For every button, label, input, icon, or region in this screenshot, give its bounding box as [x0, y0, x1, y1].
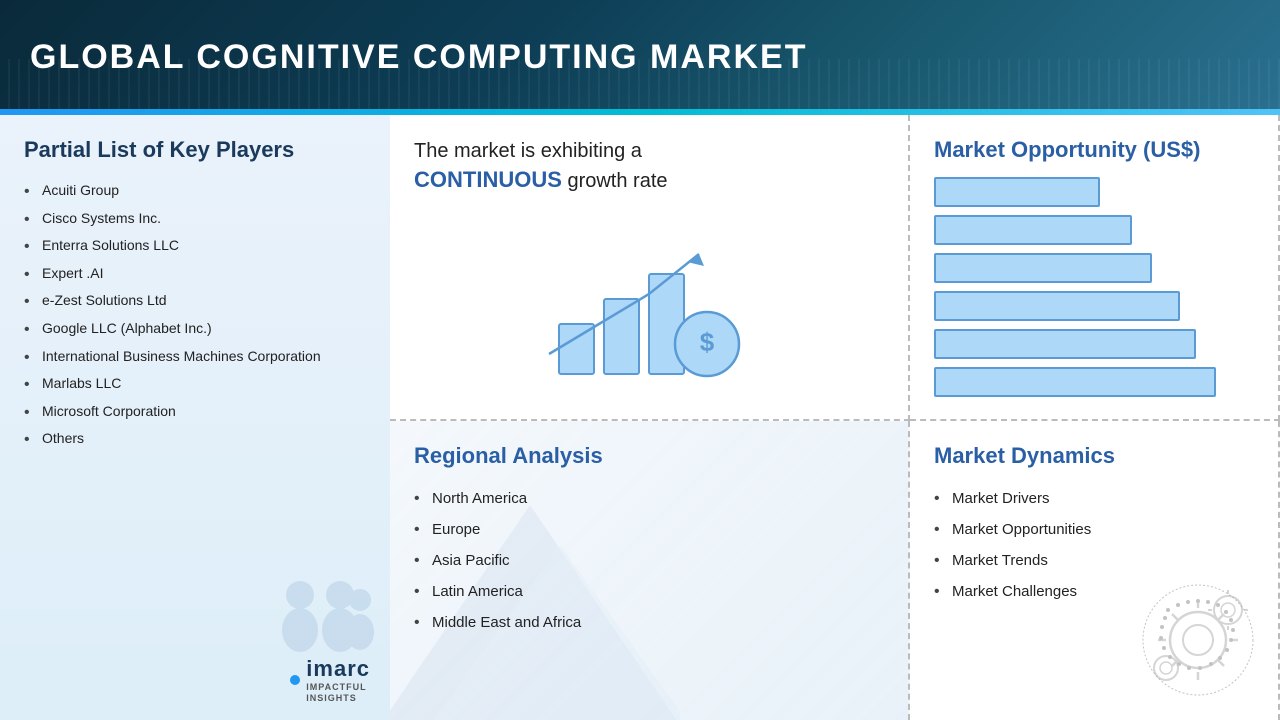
- header: GLOBAL COGNITIVE COMPUTING MARKET: [0, 0, 1280, 115]
- bar-2: [934, 215, 1132, 245]
- list-item: Expert .AI: [24, 260, 366, 288]
- bar-3: [934, 253, 1152, 283]
- list-item: Enterra Solutions LLC: [24, 232, 366, 260]
- list-item: Middle East and Africa: [414, 607, 884, 638]
- list-item: Asia Pacific: [414, 545, 884, 576]
- list-item: International Business Machines Corporat…: [24, 343, 366, 371]
- growth-description: The market is exhibiting a CONTINUOUS gro…: [414, 137, 884, 196]
- key-players-title: Partial List of Key Players: [24, 137, 366, 163]
- list-item: Latin America: [414, 576, 884, 607]
- key-players-list: Acuiti Group Cisco Systems Inc. Enterra …: [24, 177, 366, 453]
- bar-row: [934, 291, 1254, 321]
- gear-illustration: [1138, 580, 1258, 700]
- svg-text:$: $: [700, 327, 715, 357]
- growth-text-after: growth rate: [567, 170, 667, 192]
- growth-highlight: CONTINUOUS: [414, 167, 562, 192]
- list-item: Marlabs LLC: [24, 370, 366, 398]
- page-title: GLOBAL COGNITIVE COMPUTING MARKET: [30, 38, 807, 77]
- gear-svg: [1138, 580, 1258, 700]
- list-item: Europe: [414, 514, 884, 545]
- list-item: Microsoft Corporation: [24, 398, 366, 426]
- list-item: Market Drivers: [934, 483, 1254, 514]
- growth-illustration: $: [414, 224, 884, 384]
- list-item: Google LLC (Alphabet Inc.): [24, 315, 366, 343]
- bar-row: [934, 329, 1254, 359]
- key-players-section: Partial List of Key Players Acuiti Group…: [0, 115, 390, 720]
- growth-section: The market is exhibiting a CONTINUOUS gro…: [390, 115, 910, 421]
- growth-svg: $: [539, 224, 759, 384]
- regional-analysis-section: Regional Analysis North America Europe A…: [390, 421, 910, 720]
- list-item: Market Trends: [934, 545, 1254, 576]
- market-dynamics-title: Market Dynamics: [934, 443, 1254, 469]
- market-opportunity-title: Market Opportunity (US$): [934, 137, 1254, 163]
- bar-row: [934, 215, 1254, 245]
- bar-6: [934, 367, 1216, 397]
- list-item: North America: [414, 483, 884, 514]
- market-dynamics-section: Market Dynamics Market Drivers Market Op…: [910, 421, 1280, 720]
- list-item: Market Opportunities: [934, 514, 1254, 545]
- main-content: The market is exhibiting a CONTINUOUS gro…: [0, 115, 1280, 720]
- list-item: Cisco Systems Inc.: [24, 205, 366, 233]
- regional-title: Regional Analysis: [414, 443, 884, 469]
- imarc-name: imarc IMPACTFULINSIGHTS: [306, 656, 370, 704]
- bar-1: [934, 177, 1100, 207]
- list-item: Acuiti Group: [24, 177, 366, 205]
- bar-5: [934, 329, 1196, 359]
- regional-list: North America Europe Asia Pacific Latin …: [414, 483, 884, 638]
- imarc-tagline: IMPACTFULINSIGHTS: [306, 682, 370, 704]
- growth-text-before: The market is exhibiting a: [414, 140, 642, 162]
- market-opportunity-section: Market Opportunity (US$): [910, 115, 1280, 421]
- bar-chart: [934, 177, 1254, 397]
- bar-row: [934, 177, 1254, 207]
- bar-row: [934, 253, 1254, 283]
- imarc-logo: imarc IMPACTFULINSIGHTS: [290, 656, 370, 704]
- imarc-dot: [290, 675, 300, 685]
- list-item: Others: [24, 425, 366, 453]
- list-item: e-Zest Solutions Ltd: [24, 287, 366, 315]
- bar-4: [934, 291, 1180, 321]
- bar-row: [934, 367, 1254, 397]
